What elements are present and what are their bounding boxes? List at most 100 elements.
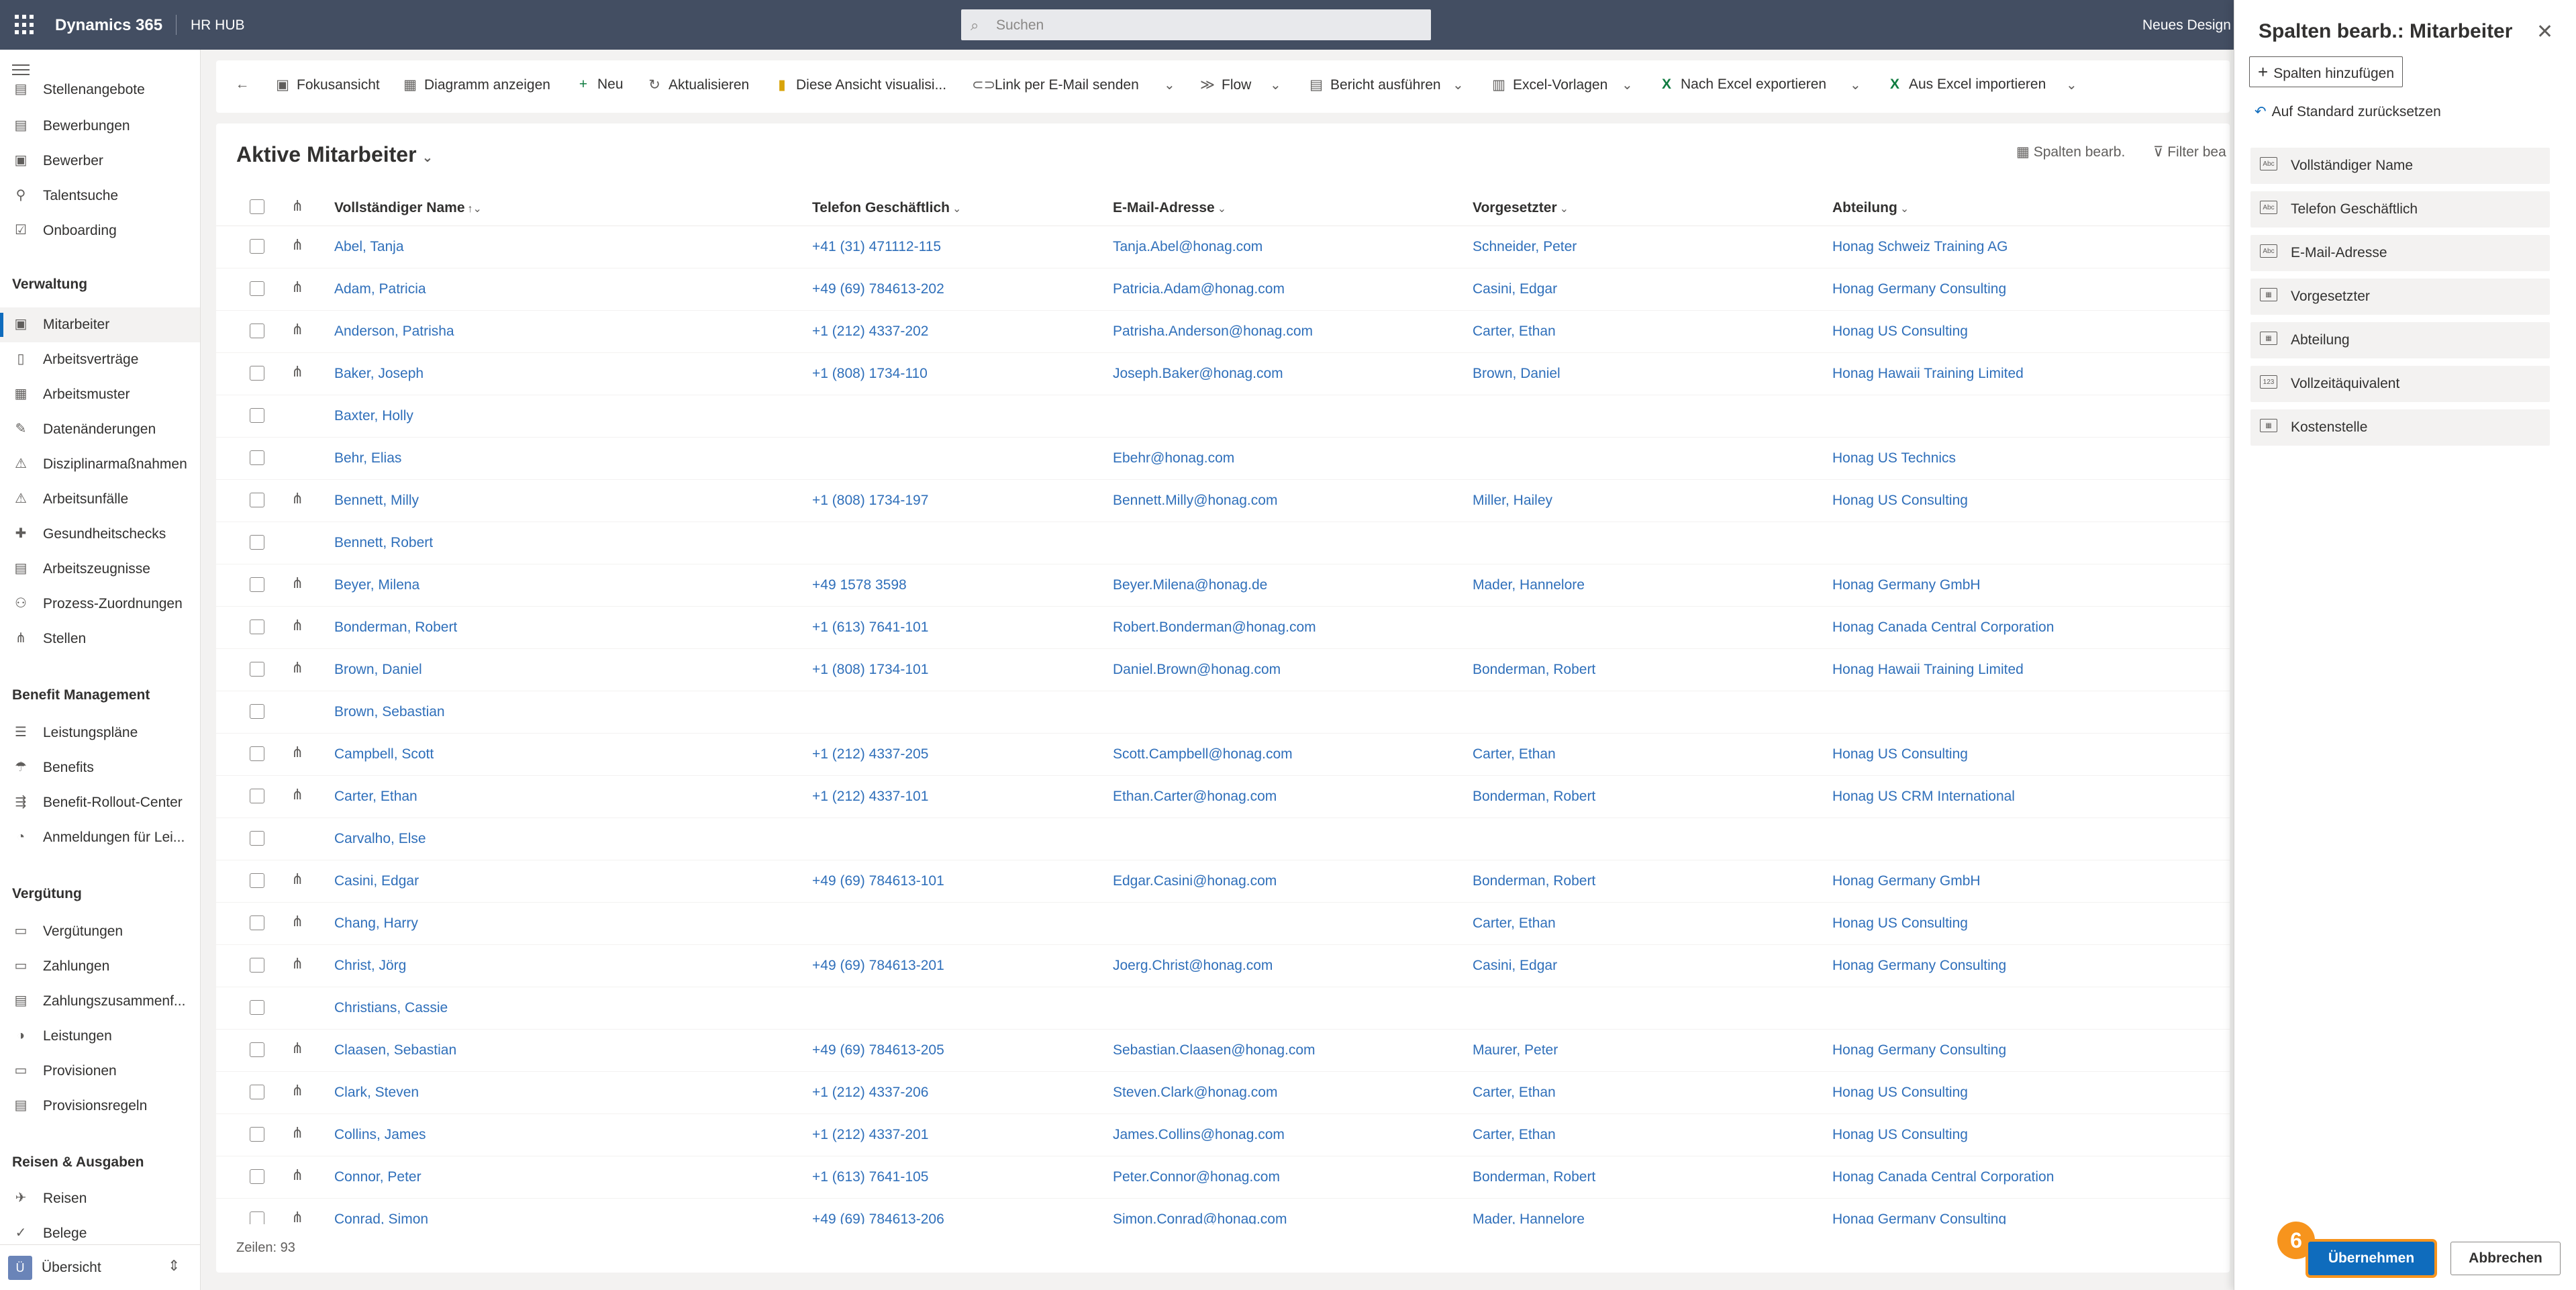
cell-manager[interactable]: Carter, Ethan [1473,746,1556,762]
hierarchy-icon[interactable]: ⋔ [291,913,303,930]
email-link-button[interactable]: ⊂⊃Link per E-Mail senden [972,77,1139,97]
cell-phone[interactable]: +1 (808) 1734-101 [812,662,928,678]
table-row[interactable]: ⋔ Claasen, Sebastian +49 (69) 784613-205 Se… [216,1029,2230,1072]
cell-name[interactable]: Baker, Joseph [334,366,424,382]
column-item[interactable]: ▦ Vorgesetzter [2250,279,2550,315]
cell-email[interactable]: James.Collins@honag.com [1113,1127,1285,1143]
table-row[interactable]: ⋔ Connor, Peter +1 (613) 7641-105 Peter.Con… [216,1156,2230,1199]
cell-name[interactable]: Carter, Ethan [334,789,417,805]
sidebar-item-reisen[interactable]: ✈ Reisen [0,1181,200,1216]
cell-name[interactable]: Casini, Edgar [334,873,419,889]
cell-manager[interactable]: Bonderman, Robert [1473,1169,1595,1185]
sidebar-item-arbeitsunfälle[interactable]: ⚠ Arbeitsunfälle [0,482,200,517]
row-checkbox[interactable] [250,831,264,846]
cell-phone[interactable]: +1 (808) 1734-110 [812,366,928,382]
column-item[interactable]: Abc E-Mail-Adresse [2250,235,2550,271]
reset-to-default-button[interactable]: ↶ Auf Standard zurücksetzen [2255,103,2441,120]
cell-name[interactable]: Beyer, Milena [334,577,419,593]
sidebar-item-gesundheitschecks[interactable]: ✚ Gesundheitschecks [0,517,200,552]
chevron-down-icon[interactable]: ⌄ [1164,77,1175,93]
column-header-phone[interactable]: Telefon Geschäftlich ⌄ [812,200,961,216]
column-header-department[interactable]: Abteilung ⌄ [1832,200,1909,216]
cell-dept[interactable]: Honag Germany Consulting [1832,1042,2006,1058]
column-item[interactable]: ▦ Abteilung [2250,322,2550,358]
hierarchy-icon[interactable]: ⋔ [291,1167,303,1184]
sidebar-item-stellenangebote[interactable]: ▤ Stellenangebote [0,81,200,107]
cell-manager[interactable]: Brown, Daniel [1473,366,1561,382]
hierarchy-icon[interactable]: ⋔ [291,617,303,634]
cell-name[interactable]: Clark, Steven [334,1085,419,1101]
hierarchy-icon[interactable]: ⋔ [291,236,303,254]
cell-name[interactable]: Campbell, Scott [334,746,434,762]
cell-manager[interactable]: Mader, Hannelore [1473,1211,1585,1224]
cell-dept[interactable]: Honag US Technics [1832,450,1956,466]
row-checkbox[interactable] [250,493,264,507]
chevron-down-icon[interactable]: ⌄ [1622,77,1633,93]
sidebar-item-zahlungszusammenf-[interactable]: ▤ Zahlungszusammenf... [0,984,200,1019]
cell-email[interactable]: Patricia.Adam@honag.com [1113,281,1285,297]
sidebar-item-benefit-rollout-center[interactable]: ⇶ Benefit-Rollout-Center [0,785,200,820]
table-row[interactable]: ⋔ Clark, Steven +1 (212) 4337-206 Steven.Cl… [216,1071,2230,1114]
hierarchy-icon[interactable]: ⋔ [291,786,303,803]
row-checkbox[interactable] [250,1169,264,1184]
table-row[interactable]: ⋔ Collins, James +1 (212) 4337-201 James.Co… [216,1113,2230,1156]
cell-dept[interactable]: Honag US CRM International [1832,789,2015,805]
column-header-name[interactable]: Vollständiger Name ↑⌄ [334,200,482,216]
cell-name[interactable]: Baxter, Holly [334,408,413,424]
column-item[interactable]: Abc Telefon Geschäftlich [2250,191,2550,228]
sidebar-item-bewerbungen[interactable]: ▤ Bewerbungen [0,109,200,144]
sidebar-item-arbeitsmuster[interactable]: ▦ Arbeitsmuster [0,377,200,412]
cell-phone[interactable]: +49 (69) 784613-206 [812,1211,944,1224]
table-row[interactable]: Baxter, Holly [216,395,2230,438]
show-chart-button[interactable]: ▦ Diagramm anzeigen [401,77,550,97]
sidebar-item-arbeitszeugnisse[interactable]: ▤ Arbeitszeugnisse [0,552,200,587]
row-checkbox[interactable] [250,450,264,465]
cell-dept[interactable]: Honag Germany Consulting [1832,958,2006,974]
row-checkbox[interactable] [250,366,264,381]
cell-name[interactable]: Anderson, Patrisha [334,324,454,340]
row-checkbox[interactable] [250,915,264,930]
cell-name[interactable]: Adam, Patricia [334,281,426,297]
sidebar-item-prozess-zuordnungen[interactable]: ⚇ Prozess-Zuordnungen [0,587,200,622]
column-item[interactable]: ▦ Kostenstelle [2250,409,2550,446]
cell-name[interactable]: Christians, Cassie [334,1000,448,1016]
cell-manager[interactable]: Maurer, Peter [1473,1042,1558,1058]
table-row[interactable]: Carvalho, Else [216,817,2230,860]
chevron-down-icon[interactable]: ⌄ [1452,77,1464,93]
hierarchy-icon[interactable]: ⋔ [291,1209,303,1224]
sidebar-item-leistungen[interactable]: ◑ Leistungen [0,1019,200,1054]
cell-phone[interactable]: +49 (69) 784613-201 [812,958,944,974]
run-report-button[interactable]: ▤ Bericht ausführen [1307,77,1441,97]
cell-phone[interactable]: +1 (613) 7641-101 [812,619,928,636]
column-header-manager[interactable]: Vorgesetzter ⌄ [1473,200,1569,216]
hierarchy-icon[interactable]: ⋔ [291,575,303,592]
cell-dept[interactable]: Honag US Consulting [1832,915,1968,932]
row-checkbox[interactable] [250,535,264,550]
cell-dept[interactable]: Honag Hawaii Training Limited [1832,662,2024,678]
cell-phone[interactable]: +49 (69) 784613-202 [812,281,944,297]
hierarchy-icon[interactable]: ⋔ [291,871,303,888]
sidebar-item-talentsuche[interactable]: ⚲ Talentsuche [0,179,200,213]
row-checkbox[interactable] [250,619,264,634]
table-row[interactable]: ⋔ Anderson, Patrisha +1 (212) 4337-202 Patr… [216,310,2230,353]
cell-name[interactable]: Bennett, Robert [334,535,433,551]
cell-manager[interactable]: Bonderman, Robert [1473,873,1595,889]
sidebar-item-vergütungen[interactable]: ▭ Vergütungen [0,914,200,949]
table-row[interactable]: ⋔ Abel, Tanja +41 (31) 471112-115 Tanja.Abe… [216,226,2230,268]
cell-name[interactable]: Carvalho, Else [334,831,426,847]
table-row[interactable]: Bennett, Robert [216,522,2230,564]
edit-columns-button[interactable]: ▦ Spalten bearb. [2016,144,2125,160]
cell-manager[interactable]: Casini, Edgar [1473,281,1557,297]
cancel-button[interactable]: Abbrechen [2450,1242,2561,1275]
sidebar-item-zahlungen[interactable]: ▭ Zahlungen [0,949,200,984]
sidebar-item-leistungspläne[interactable]: ☰ Leistungspläne [0,715,200,750]
row-checkbox[interactable] [250,1211,264,1224]
table-row[interactable]: Christians, Cassie [216,987,2230,1030]
add-columns-button[interactable]: + Spalten hinzufügen [2249,56,2403,87]
cell-name[interactable]: Bennett, Milly [334,493,419,509]
row-checkbox[interactable] [250,789,264,803]
cell-dept[interactable]: Honag Schweiz Training AG [1832,239,2008,255]
cell-name[interactable]: Conrad, Simon [334,1211,428,1224]
row-checkbox[interactable] [250,1085,264,1099]
column-item[interactable]: Abc Vollständiger Name [2250,148,2550,184]
